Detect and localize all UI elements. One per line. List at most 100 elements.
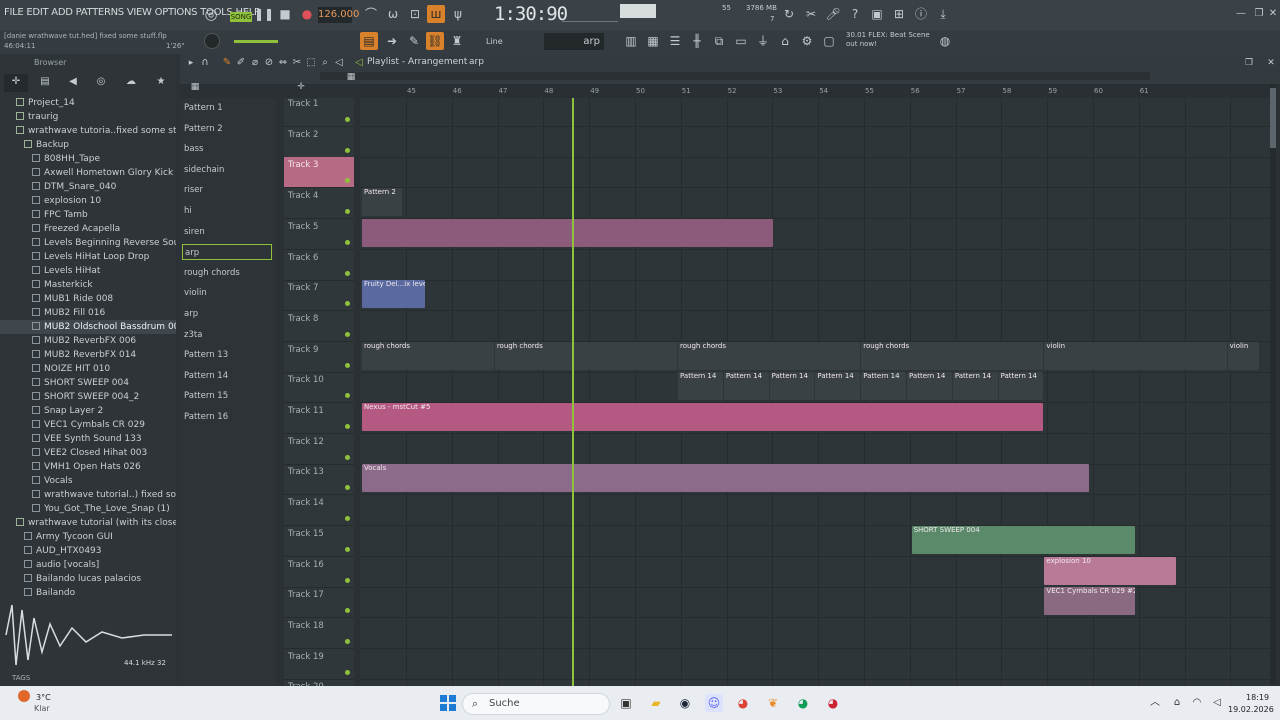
pattern-item[interactable]: Pattern 15 bbox=[182, 388, 272, 404]
plug-icon[interactable]: ⏚ bbox=[754, 32, 772, 50]
weather-desc[interactable]: Klar bbox=[34, 704, 50, 713]
note-icon[interactable]: ▢ bbox=[820, 32, 838, 50]
plugin-picker-icon[interactable]: ⧉ bbox=[710, 32, 728, 50]
pattern-item[interactable]: bass bbox=[182, 141, 272, 157]
menu-file[interactable]: FILE bbox=[4, 7, 24, 18]
track-header[interactable]: Track 19 bbox=[284, 649, 354, 680]
start-icon[interactable] bbox=[440, 695, 456, 711]
browser-file[interactable]: SHORT SWEEP 004 bbox=[0, 376, 176, 390]
arrangement-clip[interactable]: Pattern 14 bbox=[998, 372, 1044, 401]
volume-icon[interactable]: ◁ bbox=[1208, 694, 1226, 712]
arrangement-grid[interactable]: Pattern 2 Fruity Del...ix level rough chor… bbox=[360, 98, 1270, 686]
pencil-icon[interactable]: ✎ bbox=[405, 32, 423, 50]
pattern-item[interactable]: rough chords bbox=[182, 265, 272, 281]
track-mute-led[interactable] bbox=[345, 239, 350, 245]
track-header[interactable]: Track 12 bbox=[284, 434, 354, 465]
arrangement-clip[interactable]: Pattern 2 bbox=[362, 188, 403, 217]
arrangement-clip[interactable]: rough chords bbox=[494, 341, 677, 370]
browser-file[interactable]: MUB2 ReverbFX 006 bbox=[0, 334, 176, 348]
browser-target-icon[interactable]: ◎ bbox=[92, 74, 110, 92]
globe-icon[interactable]: ◍ bbox=[936, 32, 954, 50]
playlist-close-icon[interactable]: ✕ bbox=[1262, 54, 1280, 72]
menu-patterns[interactable]: PATTERNS bbox=[76, 7, 125, 18]
track-mute-led[interactable] bbox=[345, 393, 350, 399]
browser-file[interactable]: DTM_Snare_040 bbox=[0, 180, 176, 194]
browser-add-icon[interactable]: ✛ bbox=[4, 74, 28, 92]
track-mute-led[interactable] bbox=[345, 669, 350, 675]
browser-file[interactable]: Army Tycoon GUI bbox=[0, 530, 176, 544]
microphone-icon[interactable]: 🎤︎ bbox=[824, 5, 842, 23]
wifi-icon[interactable]: ◠ bbox=[1188, 694, 1206, 712]
menu-options[interactable]: OPTIONS bbox=[155, 7, 198, 18]
browser-file[interactable]: VMH1 Open Hats 026 bbox=[0, 460, 176, 474]
tempo-display[interactable]: 126.000 bbox=[318, 7, 359, 23]
track-header[interactable]: Track 9 bbox=[284, 342, 354, 373]
track-options-icon[interactable]: ▦ bbox=[342, 68, 360, 86]
track-header[interactable]: Track 8 bbox=[284, 311, 354, 342]
clock-time[interactable]: 18:19 bbox=[1246, 693, 1269, 702]
browser-file[interactable]: Snap Layer 2 bbox=[0, 404, 176, 418]
pattern-item[interactable]: z3ta bbox=[182, 327, 272, 343]
pattern-selector[interactable]: arp bbox=[544, 33, 604, 50]
playlist-maximize-icon[interactable]: ❐ bbox=[1240, 54, 1258, 72]
arrangement-clip[interactable]: Pattern 14 bbox=[907, 372, 952, 401]
arrangement-clip[interactable]: Pattern 14 bbox=[861, 372, 907, 401]
browser-file[interactable]: NOIZE HIT 010 bbox=[0, 362, 176, 376]
refresh-icon[interactable]: ↻ bbox=[780, 5, 798, 23]
browser-file[interactable]: Axwell Hometown Glory Kick bbox=[0, 166, 176, 180]
blend-notes-icon[interactable]: ψ bbox=[449, 5, 467, 23]
pattern-item[interactable]: riser bbox=[182, 182, 272, 198]
arrangement-clip[interactable]: Pattern 14 bbox=[769, 372, 815, 401]
piano-roll-icon[interactable]: ▥ bbox=[622, 32, 640, 50]
pattern-item[interactable]: Pattern 2 bbox=[182, 121, 272, 137]
pattern-item[interactable]: arp bbox=[182, 306, 272, 322]
track-mute-led[interactable] bbox=[345, 362, 350, 368]
browser-file[interactable]: Levels HiHat bbox=[0, 264, 176, 278]
arrangement-clip[interactable]: Vocals bbox=[362, 464, 1090, 493]
track-header[interactable]: Track 14 bbox=[284, 495, 354, 527]
track-mute-led[interactable] bbox=[345, 516, 350, 522]
browser-file[interactable]: explosion 10 bbox=[0, 194, 176, 208]
track-mute-led[interactable] bbox=[345, 117, 350, 122]
arrangement-clip[interactable] bbox=[362, 218, 774, 247]
mixer-icon[interactable]: ⊞ bbox=[890, 5, 908, 23]
browser-file[interactable]: wrathwave tutorial..) fixed some stuff bbox=[0, 488, 176, 502]
browser-file[interactable]: Freezed Acapella bbox=[0, 222, 176, 236]
menu-edit[interactable]: EDIT bbox=[26, 7, 48, 18]
track-mute-led[interactable] bbox=[345, 331, 350, 337]
arrangement-clip[interactable]: violin bbox=[1227, 341, 1259, 370]
download-icon[interactable]: ⤓ bbox=[934, 5, 952, 23]
file-explorer-icon[interactable]: ▰ bbox=[647, 694, 665, 712]
eq-icon[interactable]: ╫ bbox=[688, 32, 706, 50]
pattern-item[interactable]: Pattern 1 bbox=[182, 100, 272, 116]
cut-icon[interactable]: ✂ bbox=[802, 5, 820, 23]
pattern-item[interactable]: Pattern 14 bbox=[182, 368, 272, 384]
wrench-icon[interactable]: ⚙ bbox=[798, 32, 816, 50]
browser-folder[interactable]: Backup bbox=[0, 138, 176, 152]
track-header[interactable]: Track 6 bbox=[284, 250, 354, 281]
browser-file[interactable]: SHORT SWEEP 004_2 bbox=[0, 390, 176, 404]
browser-file[interactable]: Levels HiHat Loop Drop bbox=[0, 250, 176, 264]
channel-rack-icon[interactable]: ▦ bbox=[644, 32, 662, 50]
metronome-icon[interactable]: ⌒ bbox=[362, 5, 380, 23]
browser-folder[interactable]: wrathwave tutoria..fixed some stuff bbox=[0, 124, 176, 138]
track-mute-led[interactable] bbox=[345, 546, 350, 552]
master-pitch-slider[interactable] bbox=[234, 40, 278, 43]
chrome-icon[interactable]: ◕ bbox=[734, 694, 752, 712]
track-mute-led[interactable] bbox=[345, 424, 350, 429]
close-icon[interactable]: ✕ bbox=[1264, 5, 1280, 23]
vertical-scrollbar[interactable] bbox=[1270, 84, 1276, 684]
track-header[interactable]: Track 3 bbox=[284, 157, 354, 189]
overview-strip[interactable] bbox=[320, 72, 1150, 80]
pause-icon[interactable]: ❚❚ bbox=[254, 5, 274, 23]
arrangement-clip[interactable]: SHORT SWEEP 004 bbox=[911, 525, 1135, 554]
track-mute-led[interactable] bbox=[345, 147, 350, 153]
pattern-item[interactable]: hi bbox=[182, 203, 272, 219]
browser-file[interactable]: MUB2 Fill 016 bbox=[0, 306, 176, 320]
browser-cloud-icon[interactable]: ☁ bbox=[122, 74, 140, 92]
browser-file[interactable]: FPC Tamb bbox=[0, 208, 176, 222]
playlist-view-icon[interactable]: ▤ bbox=[360, 32, 378, 50]
track-mute-led[interactable] bbox=[345, 178, 350, 184]
browser-file-icon[interactable]: ▤ bbox=[36, 74, 54, 92]
browser-file[interactable]: VEE2 Closed Hihat 003 bbox=[0, 446, 176, 460]
